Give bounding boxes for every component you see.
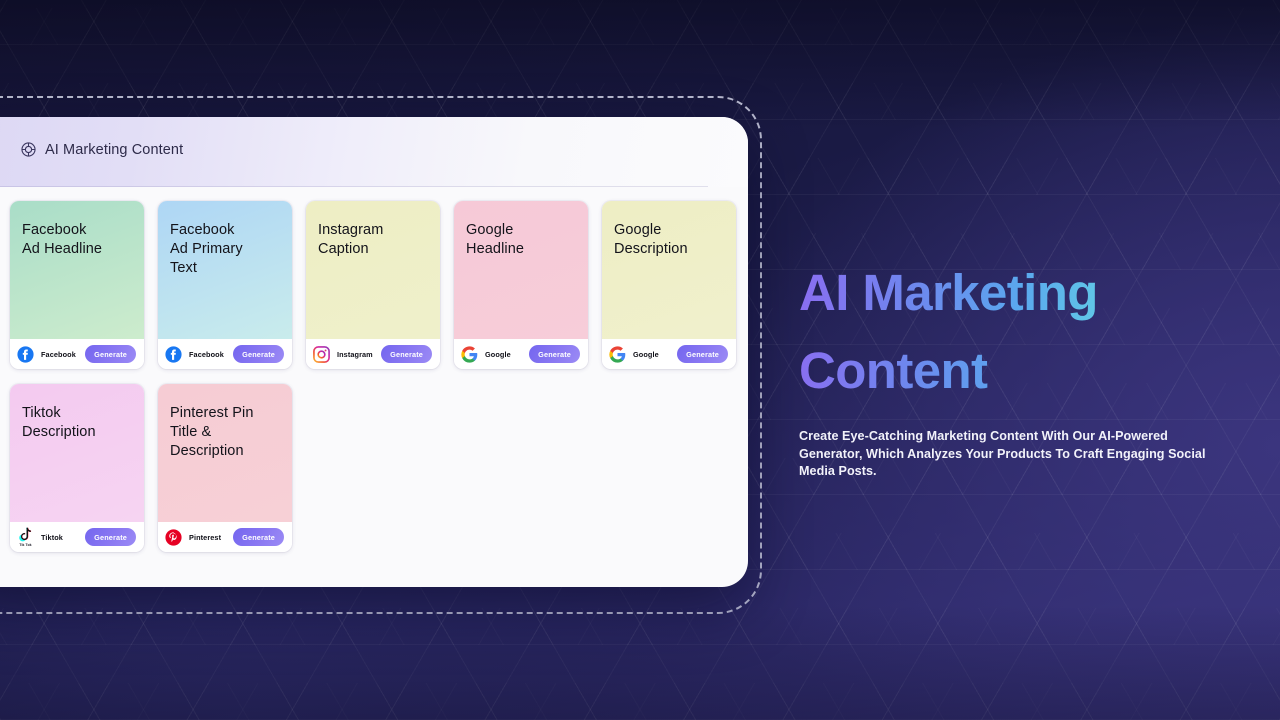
content-card[interactable]: Facebook Ad Primary Text Facebook Generate [158, 201, 292, 369]
content-card[interactable]: Pinterest Pin Title & Description Pintere… [158, 384, 292, 552]
content-card[interactable]: Google Headline Google Generate [454, 201, 588, 369]
generate-button[interactable]: Generate [233, 345, 284, 363]
generate-button[interactable]: Generate [381, 345, 432, 363]
hero-description: Create Eye-Catching Marketing Content Wi… [799, 429, 1206, 478]
platform-label: Facebook [41, 349, 76, 359]
content-card[interactable]: Tiktok Description Tik Tok Tiktok Generate [10, 384, 144, 552]
card-footer: Facebook Generate [10, 339, 144, 369]
content-card-grid: Facebook Ad Headline Facebook Generate Face… [10, 201, 740, 552]
card-title: Tiktok Description [22, 405, 96, 440]
card-body: Google Description [602, 201, 736, 339]
card-footer: Facebook Generate [158, 339, 292, 369]
card-footer: Pinterest Generate [158, 522, 292, 552]
platform-label: Google [485, 349, 511, 359]
generate-button[interactable]: Generate [529, 345, 580, 363]
platform-label: Instagram [337, 349, 373, 359]
pinterest-icon [165, 528, 182, 546]
card-footer: Instagram Generate [306, 339, 440, 369]
generate-button[interactable]: Generate [85, 345, 136, 363]
facebook-icon [165, 345, 182, 363]
card-title: Facebook Ad Primary Text [170, 222, 243, 276]
content-card[interactable]: Google Description Google Generate [602, 201, 736, 369]
card-body: Pinterest Pin Title & Description [158, 384, 292, 522]
google-icon [609, 345, 626, 363]
card-footer: Tik Tok Tiktok Generate [10, 522, 144, 552]
platform-label: Tiktok [41, 532, 63, 542]
hero-section: AI Marketing Content Create Eye-Catching… [799, 254, 1219, 481]
generate-button[interactable]: Generate [85, 528, 136, 546]
google-icon [461, 345, 478, 363]
screen: AI Marketing Content Facebook Ad Headlin… [0, 0, 1280, 720]
ai-marketing-content-panel: AI Marketing Content Facebook Ad Headlin… [0, 117, 748, 587]
card-title: Google Headline [466, 222, 525, 257]
platform-label: Facebook [189, 349, 224, 359]
card-footer: Google Generate [454, 339, 588, 369]
panel-header-row: AI Marketing Content [20, 141, 183, 158]
content-card[interactable]: Facebook Ad Headline Facebook Generate [10, 201, 144, 369]
panel-title: AI Marketing Content [45, 141, 184, 158]
generate-button[interactable]: Generate [233, 528, 284, 546]
target-circle-icon [20, 141, 37, 158]
content-card[interactable]: Instagram Caption Instagram Generate [306, 201, 440, 369]
facebook-icon [17, 345, 34, 363]
card-title: Facebook Ad Headline [22, 222, 103, 257]
card-title: Instagram Caption [318, 222, 384, 257]
card-footer: Google Generate [602, 339, 736, 369]
card-body: Facebook Ad Headline [10, 201, 144, 339]
hero-title: AI Marketing Content [799, 254, 1219, 410]
card-body: Instagram Caption [306, 201, 440, 339]
card-title: Google Description [614, 222, 688, 257]
card-title: Pinterest Pin Title & Description [170, 405, 254, 459]
card-body: Google Headline [454, 201, 588, 339]
tiktok-icon: Tik Tok [17, 527, 34, 547]
card-body: Facebook Ad Primary Text [158, 201, 292, 339]
generate-button[interactable]: Generate [677, 345, 728, 363]
panel-header: AI Marketing Content [0, 117, 748, 187]
card-body: Tiktok Description [10, 384, 144, 522]
platform-label: Google [633, 349, 659, 359]
platform-label: Pinterest [189, 532, 222, 542]
instagram-icon [313, 345, 330, 363]
